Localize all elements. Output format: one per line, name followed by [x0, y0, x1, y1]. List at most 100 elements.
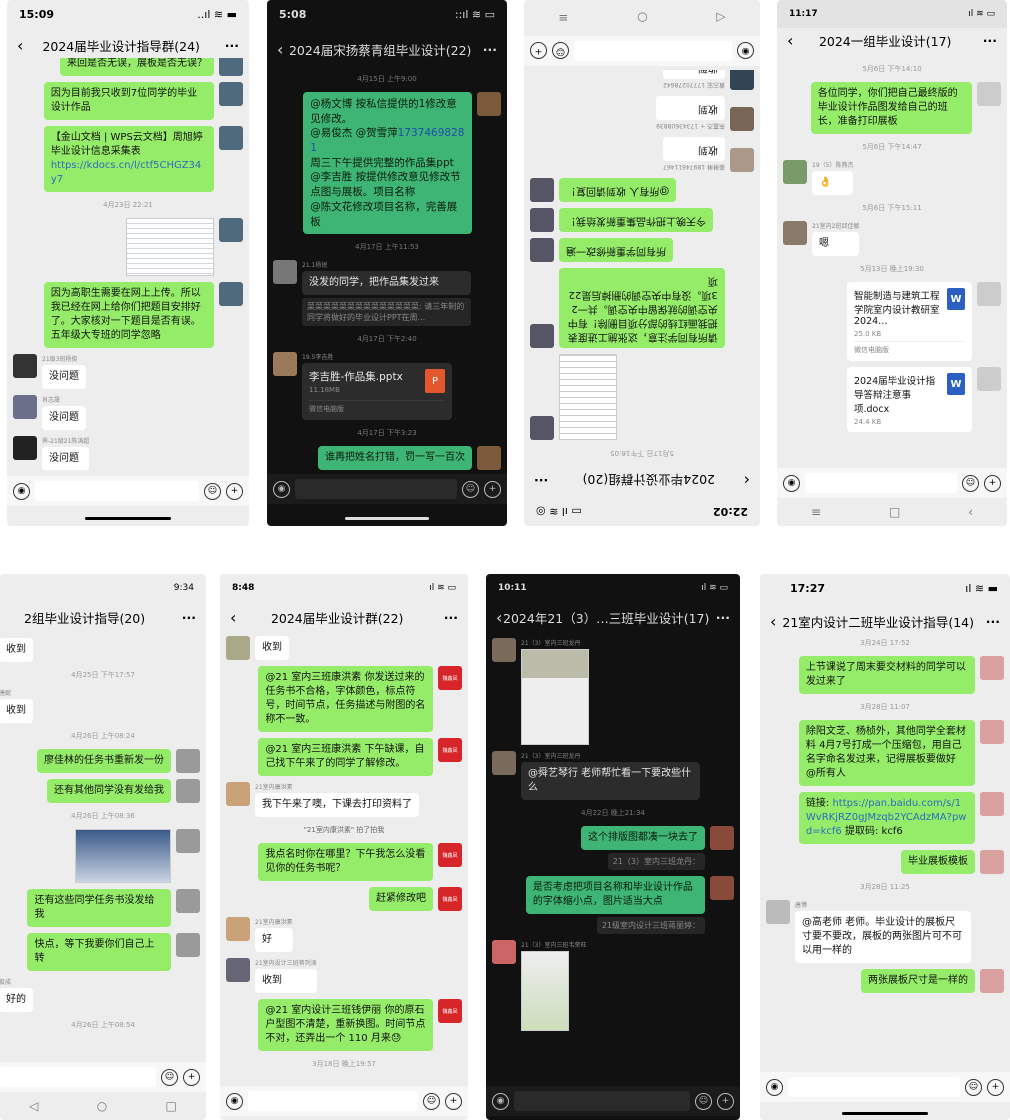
- message-bubble[interactable]: 收到: [663, 70, 725, 79]
- more-icon[interactable]: ···: [534, 474, 554, 489]
- voice-icon[interactable]: ◉: [13, 482, 30, 500]
- image-message[interactable]: [521, 649, 589, 745]
- message-bubble[interactable]: 没发的同学，把作品集发过来: [302, 271, 471, 296]
- home-indicator[interactable]: [345, 517, 429, 520]
- nav-back-icon[interactable]: ‹: [968, 505, 973, 519]
- file-message[interactable]: 2024届毕业设计指导答辩注意事项.docx 24.4 KB W: [847, 367, 972, 432]
- message-bubble[interactable]: 还有这些同学任务书没发给我: [27, 889, 171, 927]
- avatar[interactable]: [980, 792, 1004, 816]
- file-message[interactable]: 智能制造与建筑工程学院室内设计教研室2024… 25.0 KB W 微信电脑版: [847, 282, 972, 361]
- plus-icon[interactable]: +: [484, 480, 501, 498]
- more-icon[interactable]: ···: [980, 614, 1000, 629]
- plus-icon[interactable]: +: [226, 482, 243, 500]
- plus-icon[interactable]: +: [445, 1092, 462, 1110]
- emoji-icon[interactable]: ☺: [552, 42, 569, 60]
- more-icon[interactable]: ···: [477, 42, 497, 57]
- message-input[interactable]: [295, 479, 457, 499]
- voice-icon[interactable]: ◉: [783, 474, 800, 492]
- avatar[interactable]: [730, 107, 754, 131]
- avatar[interactable]: [492, 638, 516, 662]
- avatar[interactable]: [783, 221, 807, 245]
- nav-recent-icon[interactable]: □: [166, 1099, 177, 1113]
- avatar[interactable]: [710, 826, 734, 850]
- nav-back-icon[interactable]: ◁: [29, 1099, 38, 1113]
- file-message[interactable]: 李吉胜-作品集.pptx 11.18MB P 微信电脑版: [302, 363, 452, 421]
- avatar[interactable]: [219, 126, 243, 150]
- voice-icon[interactable]: ◉: [766, 1078, 783, 1096]
- nav-home-icon[interactable]: ○: [97, 1099, 107, 1113]
- plus-icon[interactable]: +: [530, 42, 547, 60]
- avatar[interactable]: [226, 782, 250, 806]
- nav-back-icon[interactable]: ◁: [716, 11, 725, 25]
- avatar[interactable]: [783, 160, 807, 184]
- message-bubble[interactable]: 没问题: [42, 447, 90, 470]
- message-bubble[interactable]: 上节课说了周末要交材料的同学可以发过来了: [798, 656, 975, 694]
- message-bubble[interactable]: 还有其他同学没有发给我: [47, 779, 171, 803]
- avatar[interactable]: [176, 889, 200, 913]
- message-bubble[interactable]: 嗯: [812, 232, 860, 256]
- message-bubble[interactable]: 我点名时你在哪里？下午我怎么没看见你的任务书呢？: [258, 843, 433, 881]
- voice-icon[interactable]: ◉: [492, 1092, 509, 1110]
- message-bubble[interactable]: 收到: [255, 969, 317, 993]
- emoji-icon[interactable]: ☺: [695, 1092, 712, 1110]
- avatar[interactable]: [980, 850, 1004, 874]
- more-icon[interactable]: ···: [176, 610, 196, 625]
- avatar[interactable]: [273, 260, 297, 285]
- avatar[interactable]: [980, 656, 1004, 680]
- more-icon[interactable]: ···: [219, 38, 239, 53]
- message-bubble[interactable]: 这个排版图都凑一块去了: [581, 826, 705, 850]
- message-bubble[interactable]: 毕业展板模板: [901, 850, 975, 874]
- avatar[interactable]: [219, 58, 243, 76]
- message-bubble[interactable]: @21 室内三班康洪素 下午缺课，自己找下午来了的同学了解修改。: [258, 738, 433, 776]
- message-bubble[interactable]: 来回是否无误，展板是否无误？: [60, 58, 214, 76]
- message-bubble[interactable]: @所有人 收到请回复！: [559, 178, 677, 202]
- avatar[interactable]: [530, 238, 554, 262]
- message-bubble[interactable]: 收到: [656, 96, 725, 120]
- avatar[interactable]: [13, 436, 37, 460]
- avatar[interactable]: [219, 82, 243, 106]
- home-indicator[interactable]: [85, 517, 171, 520]
- avatar[interactable]: [977, 82, 1001, 106]
- message-bubble[interactable]: 我下午来了噢，下课去打印资料了: [255, 793, 419, 817]
- image-message[interactable]: [559, 354, 617, 440]
- message-bubble[interactable]: 没问题: [42, 406, 86, 430]
- avatar[interactable]: 魏鑫凤: [438, 999, 462, 1023]
- avatar[interactable]: [226, 636, 250, 660]
- avatar[interactable]: [530, 324, 554, 348]
- avatar[interactable]: [730, 70, 754, 90]
- home-indicator[interactable]: [842, 1112, 928, 1115]
- emoji-icon[interactable]: ☺: [423, 1092, 440, 1110]
- message-bubble[interactable]: @21 室内三班康洪素 你发送过来的任务书不合格，字体颜色，标点符号，时间节点，…: [258, 666, 433, 732]
- message-bubble[interactable]: 【金山文档 | WPS云文档】周旭婷毕业设计信息采集表 https://kdocs…: [43, 126, 214, 192]
- message-bubble[interactable]: 谁再把姓名打错，罚一写一百次: [318, 446, 472, 471]
- image-message[interactable]: [75, 829, 171, 883]
- avatar[interactable]: [477, 446, 501, 471]
- image-message[interactable]: [126, 218, 214, 276]
- avatar[interactable]: [530, 178, 554, 202]
- avatar[interactable]: [492, 751, 516, 775]
- more-icon[interactable]: ···: [977, 33, 997, 48]
- emoji-icon[interactable]: ☺: [462, 480, 479, 498]
- message-bubble[interactable]: 好: [255, 928, 293, 952]
- emoji-icon[interactable]: ☺: [965, 1078, 982, 1096]
- emoji-icon[interactable]: ☺: [204, 482, 221, 500]
- message-bubble[interactable]: 两张展板尺寸是一样的: [861, 969, 975, 993]
- back-icon[interactable]: ‹: [744, 472, 750, 491]
- message-input[interactable]: [805, 473, 957, 493]
- message-link[interactable]: https://kdocs.cn/l/ctf5CHGZ34y7: [51, 160, 201, 185]
- message-bubble[interactable]: @舜艺琴行 老师帮忙看一下要改些什么: [521, 762, 701, 800]
- avatar[interactable]: [226, 917, 250, 941]
- message-bubble[interactable]: 👌: [812, 171, 854, 195]
- message-bubble[interactable]: 收到: [0, 638, 33, 662]
- avatar[interactable]: [980, 969, 1004, 993]
- avatar[interactable]: [219, 218, 243, 242]
- quoted-message[interactable]: 菜菜菜菜菜菜菜菜菜菜菜菜菜菜: 请三年制的同学将做好的毕业设计PPT在周...: [302, 298, 471, 327]
- message-bubble[interactable]: 因为目前我只收到7位同学的毕业设计作品: [43, 82, 214, 120]
- emoji-icon[interactable]: ☺: [161, 1068, 178, 1086]
- voice-icon[interactable]: ◉: [226, 1092, 243, 1110]
- avatar[interactable]: [492, 940, 516, 964]
- nav-home-icon[interactable]: ○: [637, 11, 647, 25]
- avatar[interactable]: [530, 416, 554, 440]
- message-bubble[interactable]: 赶紧修改吧: [369, 887, 433, 911]
- message-bubble[interactable]: 请所有同学注意，这张施工进度表把我画红线的部分项目删除！有中央空调的就保留中央空…: [559, 268, 725, 348]
